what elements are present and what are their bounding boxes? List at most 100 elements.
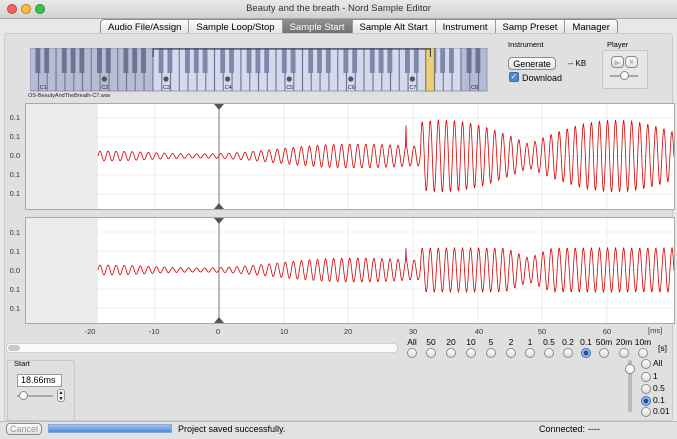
pre-start-region	[26, 104, 98, 209]
amplitude-zoom-label: All	[653, 358, 663, 368]
start-label: Start	[14, 359, 30, 368]
zoom-unit-label: [s]	[658, 343, 667, 353]
x-tick: 40	[474, 327, 484, 336]
black-key	[97, 48, 102, 73]
zoom-option-radio[interactable]	[486, 348, 496, 358]
black-key	[449, 48, 454, 73]
scrollbar-thumb[interactable]	[8, 345, 20, 351]
x-tick: 20	[343, 327, 353, 336]
amplitude-zoom-label: 0.01	[653, 406, 670, 416]
zoom-option-radio[interactable]	[525, 348, 535, 358]
progress-bar	[48, 424, 172, 433]
connected-value: ----	[588, 424, 600, 434]
zoom-option-label: 50	[426, 337, 436, 347]
start-stepper[interactable]: ▲ ▼	[57, 389, 65, 402]
amplitude-zoom-radio[interactable]	[641, 372, 651, 382]
x-tick: 30	[408, 327, 418, 336]
zoom-option-label: 10	[466, 337, 476, 347]
zoom-option-label: 10m	[634, 337, 652, 347]
zoom-option-radio[interactable]	[446, 348, 456, 358]
start-marker-top	[214, 218, 224, 224]
black-key	[264, 48, 270, 73]
zoom-option-radio[interactable]	[599, 348, 609, 358]
zoom-option-label: 20	[446, 337, 456, 347]
zoom-option-radio[interactable]	[563, 348, 573, 358]
waveform-upper[interactable]	[25, 103, 675, 210]
octave-label: C6	[348, 85, 355, 91]
sample-marker	[101, 76, 107, 82]
zoom-option-radio[interactable]	[581, 348, 591, 358]
zoom-option-radio[interactable]	[407, 348, 417, 358]
black-key	[79, 48, 85, 73]
status-message: Project saved successfully.	[178, 424, 286, 434]
zoom-option-radio[interactable]	[619, 348, 629, 358]
black-key	[105, 48, 111, 73]
amplitude-zoom-radio[interactable]	[641, 359, 651, 369]
black-key	[158, 48, 164, 73]
amplitude-zoom-radio[interactable]	[641, 407, 651, 417]
black-key	[255, 48, 261, 73]
sample-file-label: OS-BeautyAndTheBreath-C7.wav	[28, 93, 111, 99]
x-tick: -20	[84, 327, 96, 336]
amplitude-slider-knob[interactable]	[625, 364, 635, 374]
black-key	[61, 48, 67, 73]
black-key	[413, 48, 419, 73]
black-key	[123, 48, 129, 73]
waveform-upper-plot	[26, 104, 675, 209]
keyboard[interactable]: C1 C2 C3 C4 C5 C6 C7 C8	[29, 47, 500, 92]
black-key	[220, 48, 226, 73]
y-tick-upper-4: 0.1	[9, 170, 20, 179]
zoom-option-radio[interactable]	[544, 348, 554, 358]
y-tick-lower-4: 0.1	[9, 285, 20, 294]
black-key	[246, 48, 252, 73]
sample-marker	[286, 76, 292, 82]
black-key	[132, 48, 138, 73]
waveform-lower[interactable]	[25, 217, 675, 324]
player-label: Player	[607, 40, 629, 49]
start-value-field[interactable]: 18.66ms	[17, 374, 62, 387]
x-tick: 0	[215, 327, 221, 336]
size-text: -- KB	[568, 59, 587, 68]
zoom-option-label: 20m	[615, 337, 633, 347]
download-checkbox[interactable]: ✓	[509, 72, 519, 82]
volume-slider-knob[interactable]	[620, 71, 629, 80]
x-tick: 50	[537, 327, 547, 336]
x-tick: 60	[602, 327, 612, 336]
zoom-option-label: 50m	[595, 337, 613, 347]
window-title: Beauty and the breath - Nord Sample Edit…	[246, 3, 431, 14]
play-icon[interactable]: ▶	[611, 56, 624, 68]
amplitude-zoom-radio[interactable]	[641, 396, 651, 406]
zoom-option-label: 5	[488, 337, 494, 347]
y-tick-upper-5: 0.1	[9, 189, 20, 198]
keyboard-graphic[interactable]: C1 C2 C3 C4 C5 C6 C7 C8	[29, 47, 500, 92]
black-key	[369, 48, 375, 73]
amplitude-zoom-radio[interactable]	[641, 384, 651, 394]
start-marker-bottom	[214, 317, 224, 323]
black-key	[387, 48, 393, 73]
black-key	[167, 48, 173, 73]
start-slider-knob[interactable]	[19, 391, 28, 400]
x-unit-label: [ms]	[648, 326, 663, 335]
black-key	[141, 48, 146, 73]
horizontal-scrollbar[interactable]	[6, 343, 398, 353]
stop-icon[interactable]: ■	[625, 56, 638, 68]
y-tick-lower-5: 0.1	[9, 304, 20, 313]
zoom-option-radio[interactable]	[426, 348, 436, 358]
octave-label: C8	[471, 85, 478, 91]
download-label: Download	[522, 73, 563, 83]
octave-label: C4	[225, 85, 232, 91]
zoom-option-radio[interactable]	[638, 348, 648, 358]
octave-label: C5	[286, 85, 293, 91]
zoom-option-label: 1	[527, 337, 533, 347]
cancel-button[interactable]: Cancel	[6, 423, 42, 435]
black-key	[290, 48, 296, 73]
generate-button[interactable]: Generate	[508, 57, 556, 70]
black-key	[70, 48, 76, 73]
y-tick-upper-1: 0.1	[9, 113, 20, 122]
black-key	[202, 48, 208, 73]
zoom-option-radio[interactable]	[466, 348, 476, 358]
waveform-lower-plot	[26, 218, 675, 323]
zoom-option-radio[interactable]	[506, 348, 516, 358]
sample-marker	[163, 76, 169, 82]
black-key	[352, 48, 358, 73]
